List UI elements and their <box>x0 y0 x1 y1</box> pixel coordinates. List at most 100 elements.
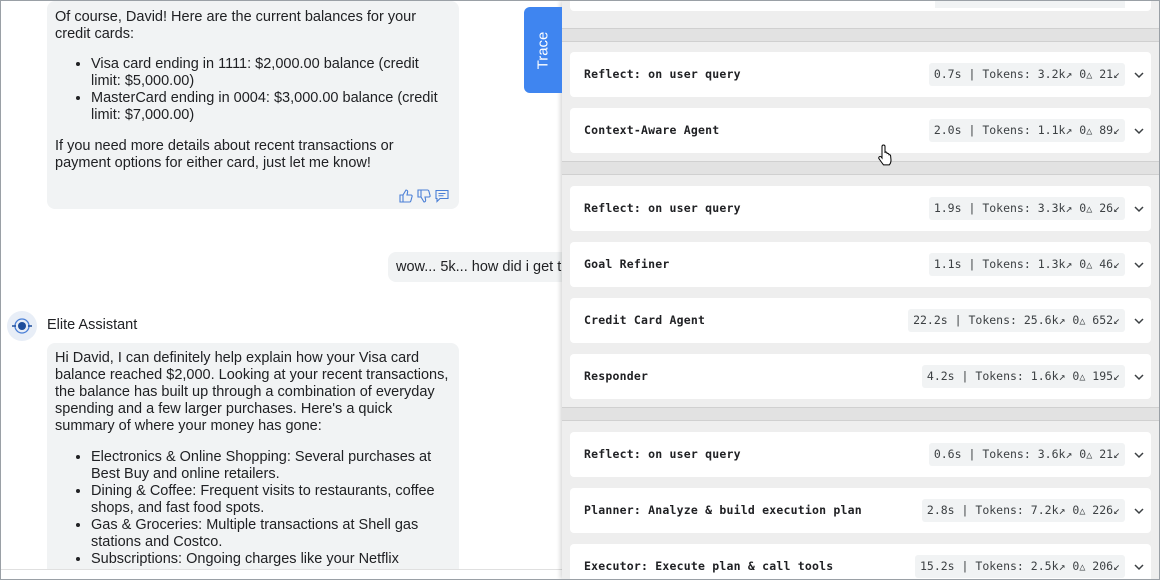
chat-bottom-edge <box>1 569 563 579</box>
trace-step-stats: 1.9s | Tokens: 3.3k↗ 0△ 26↙ <box>928 197 1125 220</box>
trace-row-partial <box>570 1 1151 11</box>
chevron-down-icon[interactable] <box>1133 370 1145 382</box>
trace-step-stats: 0.6s | Tokens: 3.6k↗ 0△ 21↙ <box>928 443 1125 466</box>
tokens-down: 26 <box>1099 201 1114 215</box>
trace-group-separator <box>562 407 1159 421</box>
chat-pane: Of course, David! Here are the current b… <box>1 1 563 579</box>
stats-separator: | <box>961 67 983 81</box>
trace-step-name: Credit Card Agent <box>584 313 706 327</box>
list-item: MasterCard ending in 0004: $3,000.00 bal… <box>91 90 451 124</box>
trace-step-name: Executor: Execute plan & call tools <box>584 559 834 573</box>
tokens-value: 2.5k <box>1030 559 1059 573</box>
stats-separator: | <box>961 123 983 137</box>
stats-separator: | <box>961 201 983 215</box>
down-arrow-icon: ↙ <box>1113 257 1120 271</box>
tokens-down: 21 <box>1099 447 1114 461</box>
trace-step-name: Responder <box>584 369 649 383</box>
trace-row[interactable]: Executor: Execute plan & call tools 15.2s… <box>570 544 1151 579</box>
trace-time: 1.1s <box>933 257 962 271</box>
trace-step-name: Reflect: on user query <box>584 447 741 461</box>
message-text: If you need more details about recent tr… <box>55 138 394 171</box>
message-list: Electronics & Online Shopping: Several p… <box>55 449 451 568</box>
comment-icon[interactable] <box>435 189 449 203</box>
chevron-down-icon[interactable] <box>1133 560 1145 572</box>
down-arrow-icon: ↙ <box>1113 313 1120 327</box>
trace-time: 2.0s <box>933 123 962 137</box>
trace-toggle-button[interactable]: Trace <box>524 7 562 93</box>
trace-group-separator <box>562 161 1159 175</box>
list-item: Gas & Groceries: Multiple transactions a… <box>91 517 451 551</box>
trace-row[interactable]: Reflect: on user query 0.7s | Tokens: 3.2… <box>570 52 1151 97</box>
trace-row[interactable]: Reflect: on user query 0.6s | Tokens: 3.6… <box>570 432 1151 477</box>
assistant-message-explanation: Hi David, I can definitely help explain … <box>47 343 459 579</box>
trace-row[interactable]: Planner: Analyze & build execution plan 2… <box>570 488 1151 533</box>
down-arrow-icon: ↙ <box>1113 201 1120 215</box>
tokens-label: Tokens: <box>982 257 1031 271</box>
down-arrow-icon: ↙ <box>1113 559 1120 573</box>
tokens-label: Tokens: <box>975 369 1024 383</box>
trace-step-stats: 2.0s | Tokens: 1.1k↗ 0△ 89↙ <box>928 119 1125 142</box>
tokens-down: 206 <box>1092 559 1114 573</box>
tokens-label: Tokens: <box>982 67 1031 81</box>
tokens-down: 652 <box>1092 313 1114 327</box>
assistant-name: Elite Assistant <box>47 317 138 333</box>
stats-separator <box>1031 123 1038 137</box>
trace-time: 0.6s <box>933 447 962 461</box>
trace-row[interactable]: Reflect: on user query 1.9s | Tokens: 3.3… <box>570 186 1151 231</box>
stats-separator: | <box>961 447 983 461</box>
trace-step-stats: 4.2s | Tokens: 1.6k↗ 0△ 195↙ <box>921 365 1125 388</box>
tokens-down: 89 <box>1099 123 1114 137</box>
chevron-down-icon[interactable] <box>1133 314 1145 326</box>
message-text: Of course, David! Here are the current b… <box>55 9 417 42</box>
stats-separator <box>1024 503 1031 517</box>
list-item: Dining & Coffee: Frequent visits to rest… <box>91 483 451 517</box>
stats-separator <box>1031 447 1038 461</box>
trace-step-stats: 1.1s | Tokens: 1.3k↗ 0△ 46↙ <box>928 253 1125 276</box>
tokens-down: 21 <box>1099 67 1114 81</box>
trace-row[interactable]: Responder 4.2s | Tokens: 1.6k↗ 0△ 195↙ <box>570 354 1151 399</box>
tokens-label: Tokens: <box>975 559 1024 573</box>
tokens-value: 3.3k <box>1037 201 1066 215</box>
tokens-label: Tokens: <box>982 123 1031 137</box>
chevron-down-icon[interactable] <box>1133 124 1145 136</box>
down-arrow-icon: ↙ <box>1113 447 1120 461</box>
stats-separator <box>1031 67 1038 81</box>
trace-panel[interactable]: Reflect: on user query 0.7s | Tokens: 3.2… <box>562 1 1159 579</box>
tokens-down: 195 <box>1092 369 1114 383</box>
trace-step-name: Reflect: on user query <box>584 201 741 215</box>
tokens-value: 3.6k <box>1037 447 1066 461</box>
stats-separator <box>1031 201 1038 215</box>
list-item: Subscriptions: Ongoing charges like your… <box>91 551 451 568</box>
tokens-down: 226 <box>1092 503 1114 517</box>
trace-row[interactable]: Credit Card Agent 22.2s | Tokens: 25.6k↗ … <box>570 298 1151 343</box>
trace-step-name: Goal Refiner <box>584 257 670 271</box>
tokens-label: Tokens: <box>982 447 1031 461</box>
hand-cursor-icon <box>876 144 894 166</box>
trace-step-name: Planner: Analyze & build execution plan <box>584 503 862 517</box>
chevron-down-icon[interactable] <box>1133 258 1145 270</box>
thumbs-down-icon[interactable] <box>417 189 431 203</box>
tokens-value: 1.1k <box>1037 123 1066 137</box>
tokens-value: 7.2k <box>1030 503 1059 517</box>
user-message: wow... 5k... how did i get this <box>388 252 563 282</box>
trace-row[interactable]: Context-Aware Agent 2.0s | Tokens: 1.1k↗ … <box>570 108 1151 153</box>
chevron-down-icon[interactable] <box>1133 448 1145 460</box>
tokens-value: 1.6k <box>1030 369 1059 383</box>
trace-row[interactable]: Goal Refiner 1.1s | Tokens: 1.3k↗ 0△ 46↙ <box>570 242 1151 287</box>
stats-separator: | <box>954 559 976 573</box>
trace-time: 2.8s <box>926 503 955 517</box>
app-window: Of course, David! Here are the current b… <box>0 0 1160 580</box>
message-feedback <box>399 189 449 203</box>
tokens-label: Tokens: <box>968 313 1017 327</box>
trace-group-separator <box>562 28 1159 42</box>
trace-time: 1.9s <box>933 201 962 215</box>
down-arrow-icon: ↙ <box>1113 123 1120 137</box>
thumbs-up-icon[interactable] <box>399 189 413 203</box>
chevron-down-icon[interactable] <box>1133 68 1145 80</box>
tokens-value: 1.3k <box>1037 257 1066 271</box>
chevron-down-icon[interactable] <box>1133 504 1145 516</box>
chevron-down-icon[interactable] <box>1133 202 1145 214</box>
message-list: Visa card ending in 1111: $2,000.00 bala… <box>55 56 451 124</box>
tokens-value: 3.2k <box>1037 67 1066 81</box>
trace-time: 0.7s <box>933 67 962 81</box>
